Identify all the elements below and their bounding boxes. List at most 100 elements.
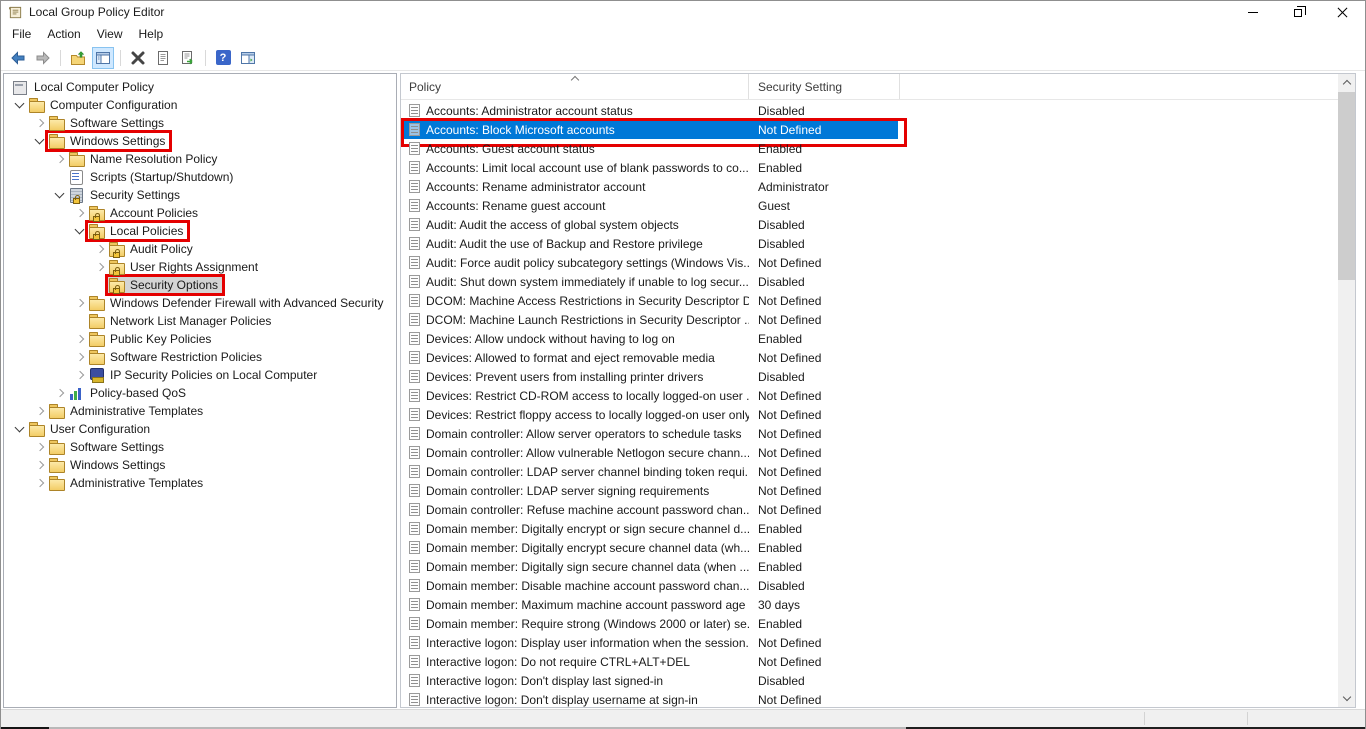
- list-row-interactive-logon-don-t-display-last-signed-in[interactable]: Interactive logon: Don't display last si…: [401, 671, 1338, 690]
- tree-item-security-options[interactable]: Security Options: [4, 276, 396, 294]
- list-row-accounts-guest-account-status[interactable]: Accounts: Guest account status Enabled: [401, 139, 1338, 158]
- expander-icon[interactable]: [32, 115, 48, 131]
- tree-item-network-list-manager-policies[interactable]: Network List Manager Policies: [4, 312, 396, 330]
- tree-item-software-settings[interactable]: Software Settings: [4, 438, 396, 456]
- tree-item-user-configuration[interactable]: User Configuration: [4, 420, 396, 438]
- list-row-accounts-rename-guest-account[interactable]: Accounts: Rename guest account Guest: [401, 196, 1338, 215]
- column-header-policy[interactable]: Policy: [401, 74, 749, 99]
- list-row-dcom-machine-access-restrictions-in-security-descriptor-d[interactable]: DCOM: Machine Access Restrictions in Sec…: [401, 291, 1338, 310]
- expander-icon[interactable]: [52, 151, 68, 167]
- list-row-audit-audit-the-access-of-global-system-objects[interactable]: Audit: Audit the access of global system…: [401, 215, 1338, 234]
- list-row-devices-restrict-floppy-access-to-locally-logged-on-user-only[interactable]: Devices: Restrict floppy access to local…: [401, 405, 1338, 424]
- list-row-domain-member-digitally-encrypt-secure-channel-data-wh[interactable]: Domain member: Digitally encrypt secure …: [401, 538, 1338, 557]
- tree-item-administrative-templates[interactable]: Administrative Templates: [4, 402, 396, 420]
- expander-icon[interactable]: [92, 259, 108, 275]
- list-row-domain-member-maximum-machine-account-password-age[interactable]: Domain member: Maximum machine account p…: [401, 595, 1338, 614]
- tree-item-content[interactable]: Policy-based QoS: [68, 385, 190, 401]
- expander-icon[interactable]: [72, 223, 88, 239]
- tree-item-content[interactable]: Account Policies: [88, 205, 202, 221]
- expander-icon[interactable]: [72, 367, 88, 383]
- expander-icon[interactable]: [32, 439, 48, 455]
- list-row-domain-controller-ldap-server-channel-binding-token-requi[interactable]: Domain controller: LDAP server channel b…: [401, 462, 1338, 481]
- forward-button[interactable]: [32, 47, 54, 69]
- tree-item-scripts-startup-shutdown[interactable]: Scripts (Startup/Shutdown): [4, 168, 396, 186]
- tree-item-user-rights-assignment[interactable]: User Rights Assignment: [4, 258, 396, 276]
- tree-item-content[interactable]: Audit Policy: [108, 241, 197, 257]
- expander-icon[interactable]: [52, 187, 68, 203]
- list-row-interactive-logon-don-t-display-username-at-sign-in[interactable]: Interactive logon: Don't display usernam…: [401, 690, 1338, 707]
- list-row-domain-controller-allow-server-operators-to-schedule-tasks[interactable]: Domain controller: Allow server operator…: [401, 424, 1338, 443]
- tree-item-security-settings[interactable]: Security Settings: [4, 186, 396, 204]
- menu-view[interactable]: View: [89, 24, 131, 44]
- list-row-domain-member-digitally-sign-secure-channel-data-when[interactable]: Domain member: Digitally sign secure cha…: [401, 557, 1338, 576]
- expander-icon[interactable]: [72, 205, 88, 221]
- help-button[interactable]: ?: [212, 47, 234, 69]
- tree-item-software-restriction-policies[interactable]: Software Restriction Policies: [4, 348, 396, 366]
- delete-button[interactable]: [127, 47, 149, 69]
- properties-button[interactable]: [152, 47, 174, 69]
- list-row-devices-restrict-cd-rom-access-to-locally-logged-on-user[interactable]: Devices: Restrict CD-ROM access to local…: [401, 386, 1338, 405]
- list-row-domain-controller-refuse-machine-account-password-chan[interactable]: Domain controller: Refuse machine accoun…: [401, 500, 1338, 519]
- expander-icon[interactable]: [32, 457, 48, 473]
- list-row-domain-member-digitally-encrypt-or-sign-secure-channel-d[interactable]: Domain member: Digitally encrypt or sign…: [401, 519, 1338, 538]
- tree-item-content[interactable]: Security Settings: [68, 187, 184, 203]
- list-row-devices-allowed-to-format-and-eject-removable-media[interactable]: Devices: Allowed to format and eject rem…: [401, 348, 1338, 367]
- tree-item-local-policies[interactable]: Local Policies: [4, 222, 396, 240]
- tree-item-content[interactable]: Administrative Templates: [48, 475, 207, 491]
- expander-icon[interactable]: [32, 475, 48, 491]
- list-row-audit-audit-the-use-of-backup-and-restore-privilege[interactable]: Audit: Audit the use of Backup and Resto…: [401, 234, 1338, 253]
- tree-item-content[interactable]: Windows Defender Firewall with Advanced …: [88, 295, 387, 311]
- tree-item-content[interactable]: User Rights Assignment: [108, 259, 262, 275]
- list-row-domain-member-require-strong-windows-2000-or-later-se[interactable]: Domain member: Require strong (Windows 2…: [401, 614, 1338, 633]
- scroll-up-icon[interactable]: [1338, 74, 1355, 91]
- tree-item-content[interactable]: Software Restriction Policies: [88, 349, 266, 365]
- tree-item-windows-defender-firewall-with-advanced-security[interactable]: Windows Defender Firewall with Advanced …: [4, 294, 396, 312]
- expander-icon[interactable]: [72, 331, 88, 347]
- restore-button[interactable]: [1275, 1, 1320, 23]
- expander-icon[interactable]: [72, 349, 88, 365]
- tree-item-content[interactable]: Windows Settings: [48, 457, 169, 473]
- list-row-accounts-administrator-account-status[interactable]: Accounts: Administrator account status D…: [401, 101, 1338, 120]
- list-row-domain-controller-allow-vulnerable-netlogon-secure-chann[interactable]: Domain controller: Allow vulnerable Netl…: [401, 443, 1338, 462]
- scrollbar-thumb[interactable]: [1338, 92, 1355, 280]
- list-row-dcom-machine-launch-restrictions-in-security-descriptor[interactable]: DCOM: Machine Launch Restrictions in Sec…: [401, 310, 1338, 329]
- tree-item-content[interactable]: Software Settings: [48, 439, 168, 455]
- tree-item-content[interactable]: Windows Settings: [48, 133, 169, 149]
- menu-file[interactable]: File: [4, 24, 39, 44]
- list-row-audit-force-audit-policy-subcategory-settings-windows-vis[interactable]: Audit: Force audit policy subcategory se…: [401, 253, 1338, 272]
- expander-icon[interactable]: [12, 97, 28, 113]
- list-row-domain-controller-ldap-server-signing-requirements[interactable]: Domain controller: LDAP server signing r…: [401, 481, 1338, 500]
- tree-item-policy-based-qos[interactable]: Policy-based QoS: [4, 384, 396, 402]
- tree-item-content[interactable]: IP Security Policies on Local Computer: [88, 367, 321, 383]
- tree-item-content[interactable]: Public Key Policies: [88, 331, 215, 347]
- list-row-interactive-logon-display-user-information-when-the-session[interactable]: Interactive logon: Display user informat…: [401, 633, 1338, 652]
- tree-item-content[interactable]: Security Options: [108, 277, 222, 293]
- tree-item-content[interactable]: Local Computer Policy: [12, 79, 158, 95]
- expander-icon[interactable]: [32, 403, 48, 419]
- list-row-interactive-logon-do-not-require-ctrl-alt-del[interactable]: Interactive logon: Do not require CTRL+A…: [401, 652, 1338, 671]
- expander-icon[interactable]: [32, 133, 48, 149]
- tree-item-software-settings[interactable]: Software Settings: [4, 114, 396, 132]
- menu-action[interactable]: Action: [39, 24, 88, 44]
- expander-icon[interactable]: [12, 421, 28, 437]
- minimize-button[interactable]: [1230, 1, 1275, 23]
- tree-item-content[interactable]: User Configuration: [28, 421, 154, 437]
- menu-help[interactable]: Help: [131, 24, 172, 44]
- action-pane-button[interactable]: [237, 47, 259, 69]
- expander-icon[interactable]: [92, 241, 108, 257]
- close-button[interactable]: [1320, 1, 1365, 23]
- list-row-audit-shut-down-system-immediately-if-unable-to-log-secur[interactable]: Audit: Shut down system immediately if u…: [401, 272, 1338, 291]
- tree-item-content[interactable]: Software Settings: [48, 115, 168, 131]
- back-button[interactable]: [7, 47, 29, 69]
- show-console-tree-button[interactable]: [92, 47, 114, 69]
- tree-item-content[interactable]: Network List Manager Policies: [88, 313, 275, 329]
- tree-item-local-computer-policy[interactable]: Local Computer Policy: [4, 78, 396, 96]
- up-one-level-button[interactable]: [67, 47, 89, 69]
- tree-item-computer-configuration[interactable]: Computer Configuration: [4, 96, 396, 114]
- tree-item-content[interactable]: Local Policies: [88, 223, 187, 239]
- tree-item-windows-settings[interactable]: Windows Settings: [4, 132, 396, 150]
- export-list-button[interactable]: [177, 47, 199, 69]
- tree-item-audit-policy[interactable]: Audit Policy: [4, 240, 396, 258]
- expander-icon[interactable]: [52, 385, 68, 401]
- tree-item-content[interactable]: Administrative Templates: [48, 403, 207, 419]
